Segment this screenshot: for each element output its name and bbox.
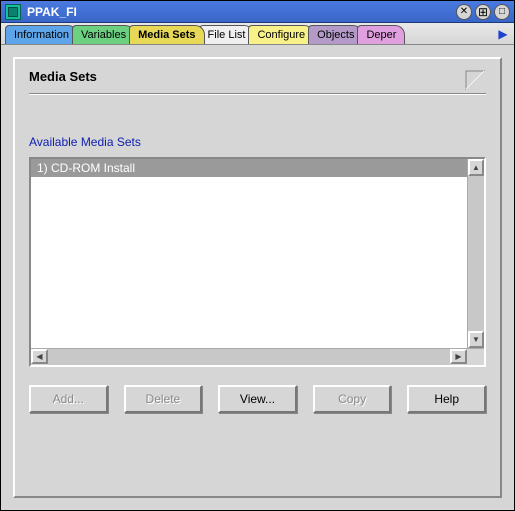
app-icon (5, 4, 21, 20)
scroll-track-h[interactable] (48, 349, 450, 365)
panel-media-sets: Media Sets Available Media Sets 1) CD-RO… (13, 57, 502, 498)
tab-information[interactable]: Information (5, 25, 78, 44)
tab-dependencies[interactable]: Deper (357, 25, 405, 44)
add-button[interactable]: Add... (29, 385, 108, 413)
scroll-corner (467, 349, 484, 365)
scroll-right-icon[interactable]: ▶ (450, 349, 467, 364)
titlebar: PPAK_FI ✕ ⊞ □ (1, 1, 514, 23)
divider (29, 93, 486, 95)
close-icon[interactable]: ✕ (456, 4, 472, 20)
scroll-up-icon[interactable]: ▲ (468, 159, 484, 176)
scroll-left-icon[interactable]: ◀ (31, 349, 48, 364)
tab-variables[interactable]: Variables (72, 25, 135, 44)
copy-button[interactable]: Copy (313, 385, 392, 413)
button-row: Add... Delete View... Copy Help (29, 385, 486, 413)
window-controls: ✕ ⊞ □ (456, 4, 510, 20)
tab-file-list[interactable]: File List (199, 25, 255, 44)
delete-button[interactable]: Delete (124, 385, 203, 413)
tab-scroll-right-icon[interactable]: ▶ (494, 25, 512, 43)
media-sets-listbox[interactable]: 1) CD-ROM Install ▲ ▼ ◀ ▶ (29, 157, 486, 367)
view-button[interactable]: View... (218, 385, 297, 413)
minimize-icon[interactable]: ⊞ (475, 4, 491, 20)
vertical-scrollbar[interactable]: ▲ ▼ (467, 159, 484, 348)
content-area: Media Sets Available Media Sets 1) CD-RO… (1, 45, 514, 510)
listbox-content: 1) CD-ROM Install (31, 159, 467, 348)
tab-strip: Information Variables Media Sets File Li… (1, 23, 514, 45)
tab-media-sets[interactable]: Media Sets (129, 25, 204, 45)
page-curl-icon[interactable] (464, 69, 486, 91)
app-window: PPAK_FI ✕ ⊞ □ Information Variables Medi… (0, 0, 515, 511)
window-title: PPAK_FI (25, 5, 456, 19)
help-button[interactable]: Help (407, 385, 486, 413)
scroll-track[interactable] (468, 176, 484, 331)
scroll-down-icon[interactable]: ▼ (468, 331, 484, 348)
panel-title: Media Sets (29, 69, 97, 84)
maximize-icon[interactable]: □ (494, 4, 510, 20)
tab-objects[interactable]: Objects (308, 25, 363, 44)
tab-configure[interactable]: Configure (248, 25, 314, 44)
list-item[interactable]: 1) CD-ROM Install (31, 159, 467, 177)
horizontal-scrollbar[interactable]: ◀ ▶ (31, 348, 484, 365)
section-label-available: Available Media Sets (29, 135, 486, 149)
